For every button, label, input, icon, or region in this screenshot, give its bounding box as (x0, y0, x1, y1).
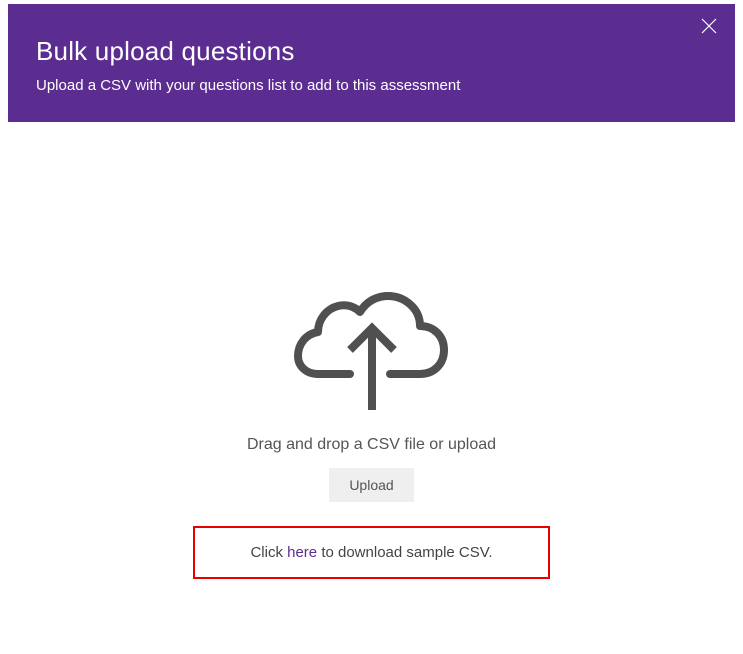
upload-button[interactable]: Upload (329, 468, 413, 502)
close-icon (701, 18, 717, 39)
download-text-prefix: Click (250, 544, 287, 561)
close-button[interactable] (697, 16, 721, 40)
download-text-suffix: to download sample CSV. (317, 544, 492, 561)
cloud-upload-icon (292, 292, 452, 422)
drop-instruction: Drag and drop a CSV file or upload (247, 436, 496, 454)
download-sample-box: Click here to download sample CSV. (193, 526, 549, 579)
dialog-subtitle: Upload a CSV with your questions list to… (36, 77, 707, 94)
content-area: Drag and drop a CSV file or upload Uploa… (0, 122, 743, 579)
download-sample-link[interactable]: here (287, 544, 317, 561)
dialog-title: Bulk upload questions (36, 36, 707, 67)
dialog-header: Bulk upload questions Upload a CSV with … (8, 4, 735, 122)
